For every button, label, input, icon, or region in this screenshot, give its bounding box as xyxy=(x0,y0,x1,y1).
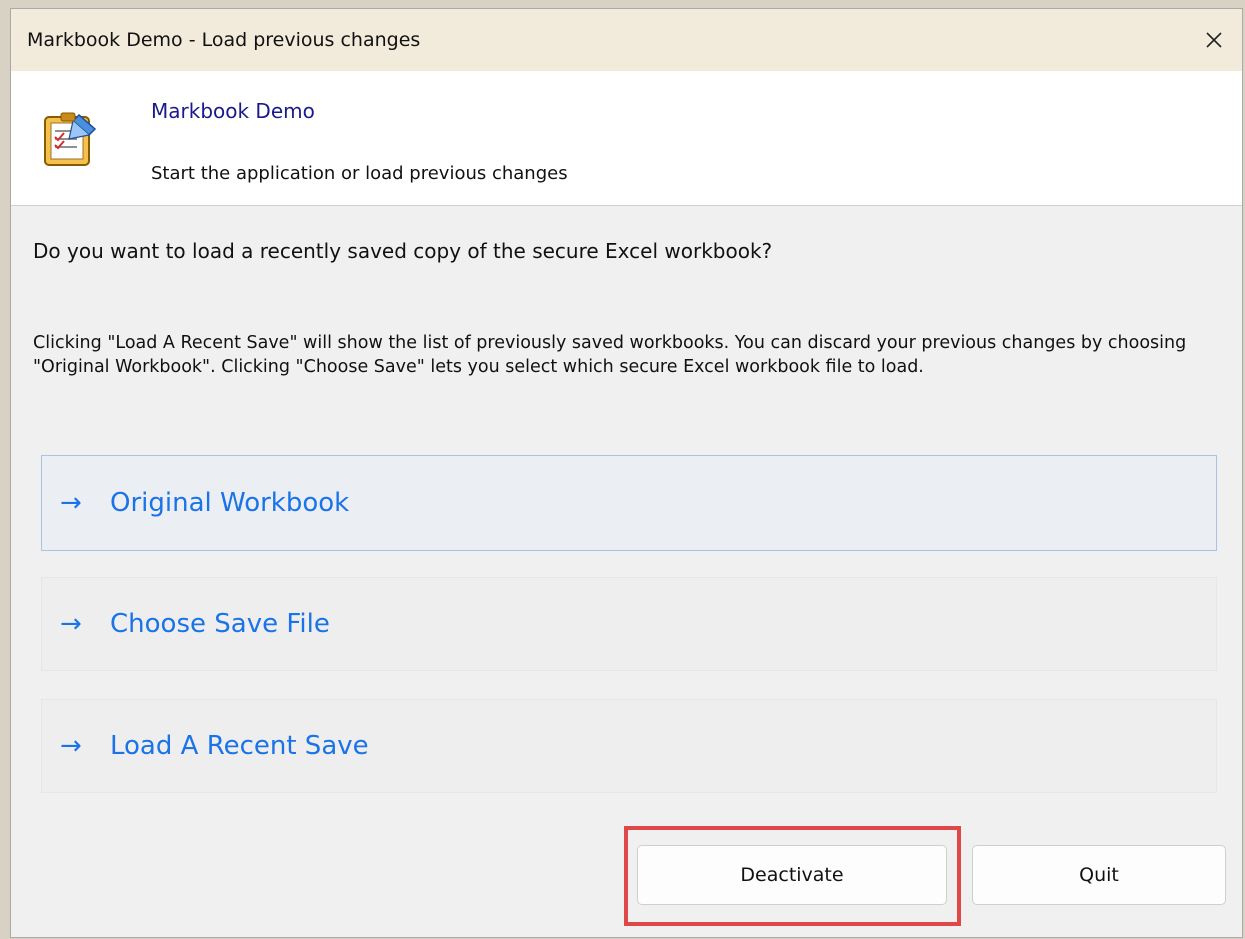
description-text: Clicking "Load A Recent Save" will show … xyxy=(33,333,1187,377)
close-icon xyxy=(1206,32,1222,48)
option-choose-save-file[interactable]: → Choose Save File xyxy=(41,577,1217,671)
option-label: Load A Recent Save xyxy=(110,731,369,761)
option-load-recent-save[interactable]: → Load A Recent Save xyxy=(41,699,1217,793)
dialog-header: Markbook Demo Start the application or l… xyxy=(11,71,1242,206)
dialog-window: Markbook Demo - Load previous changes Ma… xyxy=(10,8,1243,938)
question-text: Do you want to load a recently saved cop… xyxy=(33,239,773,263)
option-label: Original Workbook xyxy=(110,488,350,518)
close-button[interactable] xyxy=(1186,9,1242,71)
header-subtitle: Start the application or load previous c… xyxy=(151,163,568,184)
arrow-right-icon: → xyxy=(60,488,82,518)
deactivate-button[interactable]: Deactivate xyxy=(637,845,947,905)
title-bar: Markbook Demo - Load previous changes xyxy=(11,9,1242,71)
quit-button[interactable]: Quit xyxy=(972,845,1226,905)
arrow-right-icon: → xyxy=(60,731,82,761)
arrow-right-icon: → xyxy=(60,609,82,639)
option-original-workbook[interactable]: → Original Workbook xyxy=(41,455,1217,551)
header-title: Markbook Demo xyxy=(151,99,315,123)
notebook-app-icon xyxy=(44,112,97,166)
option-label: Choose Save File xyxy=(110,609,330,639)
window-title: Markbook Demo - Load previous changes xyxy=(27,29,421,51)
